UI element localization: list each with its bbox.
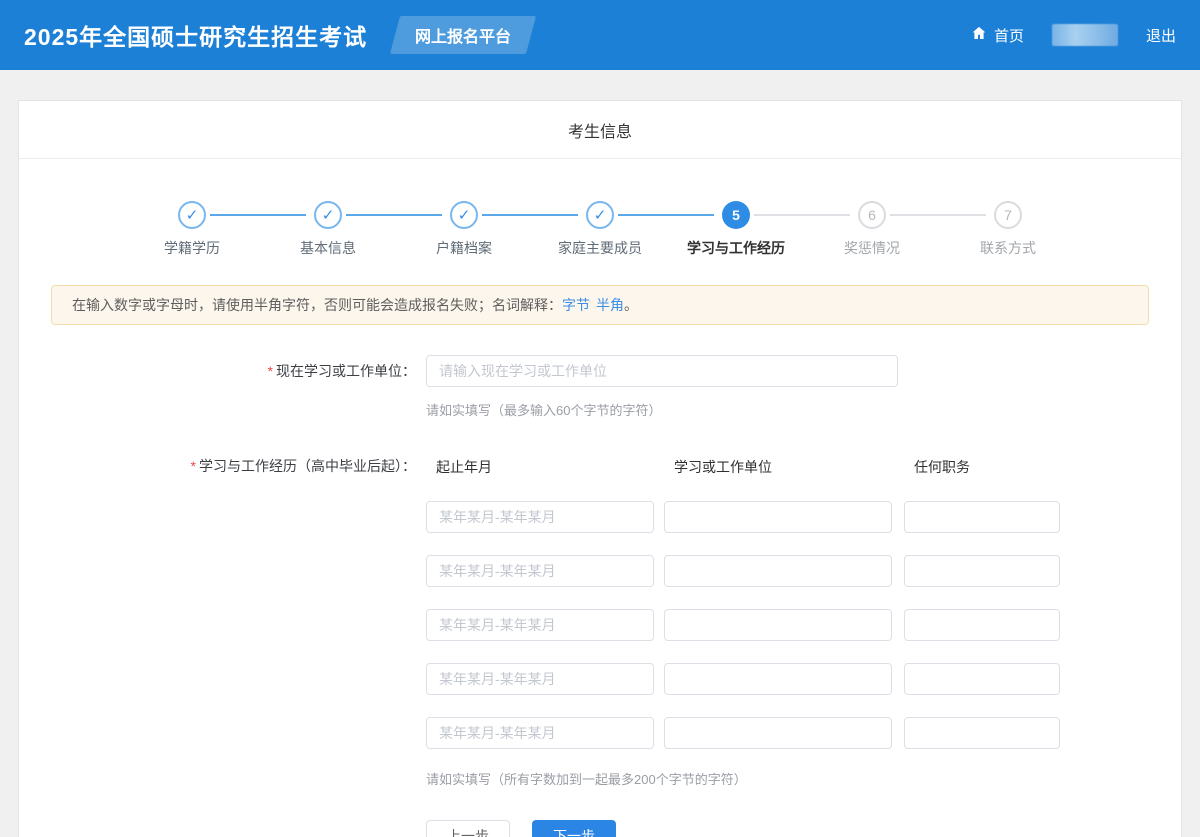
step-connector bbox=[618, 214, 714, 216]
wizard-buttons: 上一步 下一步 bbox=[426, 820, 1181, 837]
experience-2-duty-input[interactable] bbox=[904, 555, 1060, 587]
experience-label: * 学习与工作经历（高中毕业后起）： bbox=[190, 458, 416, 474]
step-circle-7: 7 bbox=[994, 201, 1022, 229]
experience-2-period-input[interactable] bbox=[426, 555, 654, 587]
page-title: 考生信息 bbox=[567, 123, 632, 141]
experience-5-period-input[interactable] bbox=[426, 717, 654, 749]
nav-home-link[interactable]: 首页 bbox=[971, 25, 1024, 46]
check-icon: ✓ bbox=[185, 207, 199, 224]
experience-3-duty-input[interactable] bbox=[904, 609, 1060, 641]
check-icon: ✓ bbox=[321, 207, 335, 224]
halfwidth-notice-banner: 在输入数字或字母时，请使用半角字符，否则可能会造成报名失败；名词解释：字节 半角。 bbox=[51, 285, 1149, 325]
experience-row-3 bbox=[426, 609, 1060, 641]
check-icon: ✓ bbox=[593, 207, 607, 224]
step-jiben-xinxi[interactable]: ✓ 基本信息 bbox=[210, 201, 396, 258]
experience-column-headers: 起止年月 学习或工作单位 任何职务 bbox=[426, 457, 1060, 477]
top-nav: 首页 退出 bbox=[971, 24, 1176, 46]
step-circle-2: ✓ bbox=[314, 201, 342, 229]
platform-badge: 网上报名平台 bbox=[390, 16, 537, 54]
step-jiating-chengyuan[interactable]: ✓ 家庭主要成员 bbox=[482, 201, 668, 258]
column-header-period: 起止年月 bbox=[436, 459, 492, 475]
experience-5-duty-input[interactable] bbox=[904, 717, 1060, 749]
step-connector bbox=[890, 214, 986, 216]
step-xuexi-gongzuo-jingli[interactable]: 5 学习与工作经历 bbox=[618, 201, 804, 258]
experience-row-5 bbox=[426, 717, 1060, 749]
required-asterisk: * bbox=[190, 458, 196, 474]
experience-2-unit-input[interactable] bbox=[664, 555, 892, 587]
previous-step-button[interactable]: 上一步 bbox=[426, 820, 510, 837]
next-step-button[interactable]: 下一步 bbox=[532, 820, 616, 837]
step-huji-dangan[interactable]: ✓ 户籍档案 bbox=[346, 201, 532, 258]
app-title: 2025年全国硕士研究生招生考试 bbox=[24, 24, 368, 50]
current-unit-helper-text: 请如实填写（最多输入60个字节的字符） bbox=[426, 403, 662, 418]
step-circle-4: ✓ bbox=[586, 201, 614, 229]
required-asterisk: * bbox=[267, 363, 273, 379]
step-connector bbox=[754, 214, 850, 216]
column-header-unit: 学习或工作单位 bbox=[674, 459, 772, 475]
step-circle-5: 5 bbox=[722, 201, 750, 229]
notice-text: 在输入数字或字母时，请使用半角字符，否则可能会造成报名失败；名词解释： bbox=[72, 297, 562, 313]
experience-section: * 学习与工作经历（高中毕业后起）： 起止年月 学习或工作单位 任何职务 bbox=[19, 457, 1181, 749]
step-circle-6: 6 bbox=[858, 201, 886, 229]
column-header-duty: 任何职务 bbox=[914, 459, 970, 475]
check-icon: ✓ bbox=[457, 207, 471, 224]
candidate-info-form: *现在学习或工作单位： 请如实填写（最多输入60个字节的字符） *学习与工作经历… bbox=[19, 355, 1181, 837]
link-byte-definition[interactable]: 字节 bbox=[562, 297, 590, 313]
card-title-bar: 考生信息 bbox=[19, 101, 1181, 159]
nav-logout-link[interactable]: 退出 bbox=[1146, 25, 1176, 46]
experience-1-unit-input[interactable] bbox=[664, 501, 892, 533]
step-jiangcheng-qingkuang[interactable]: 6 奖惩情况 bbox=[754, 201, 940, 258]
user-name-redacted[interactable] bbox=[1051, 24, 1118, 46]
experience-4-duty-input[interactable] bbox=[904, 663, 1060, 695]
step-lianxi-fangshi[interactable]: 7 联系方式 bbox=[890, 201, 1076, 258]
step-circle-3: ✓ bbox=[450, 201, 478, 229]
experience-4-period-input[interactable] bbox=[426, 663, 654, 695]
platform-badge-label: 网上报名平台 bbox=[415, 29, 512, 46]
experience-1-duty-input[interactable] bbox=[904, 501, 1060, 533]
experience-3-period-input[interactable] bbox=[426, 609, 654, 641]
current-unit-label: * 现在学习或工作单位： bbox=[267, 363, 416, 379]
link-halfwidth-definition[interactable]: 半角 bbox=[596, 297, 624, 313]
current-unit-row: * 现在学习或工作单位： bbox=[19, 355, 1181, 387]
experience-1-period-input[interactable] bbox=[426, 501, 654, 533]
nav-home-label: 首页 bbox=[993, 27, 1024, 45]
candidate-info-card: 考生信息 ✓ 学籍学历 ✓ 基本信息 ✓ 户籍档案 ✓ 家庭主要成员 5 学习与… bbox=[18, 100, 1182, 837]
step-xueji-xueli[interactable]: ✓ 学籍学历 bbox=[124, 201, 260, 258]
step-circle-1: ✓ bbox=[178, 201, 206, 229]
step-progress-bar: ✓ 学籍学历 ✓ 基本信息 ✓ 户籍档案 ✓ 家庭主要成员 5 学习与工作经历 … bbox=[19, 159, 1181, 258]
experience-row-2 bbox=[426, 555, 1060, 587]
step-connector bbox=[482, 214, 578, 216]
experience-helper-text: 请如实填写（所有字数加到一起最多200个字节的字符） bbox=[426, 772, 747, 787]
current-unit-input[interactable] bbox=[426, 355, 898, 387]
step-connector bbox=[210, 214, 306, 216]
step-connector bbox=[346, 214, 442, 216]
experience-grid: 起止年月 学习或工作单位 任何职务 bbox=[426, 457, 1060, 749]
top-header-bar: 2025年全国硕士研究生招生考试 网上报名平台 首页 退出 bbox=[0, 0, 1200, 70]
experience-4-unit-input[interactable] bbox=[664, 663, 892, 695]
experience-5-unit-input[interactable] bbox=[664, 717, 892, 749]
notice-suffix: 。 bbox=[624, 297, 638, 313]
experience-3-unit-input[interactable] bbox=[664, 609, 892, 641]
experience-row-1 bbox=[426, 501, 1060, 533]
experience-row-4 bbox=[426, 663, 1060, 695]
home-icon bbox=[971, 25, 987, 45]
